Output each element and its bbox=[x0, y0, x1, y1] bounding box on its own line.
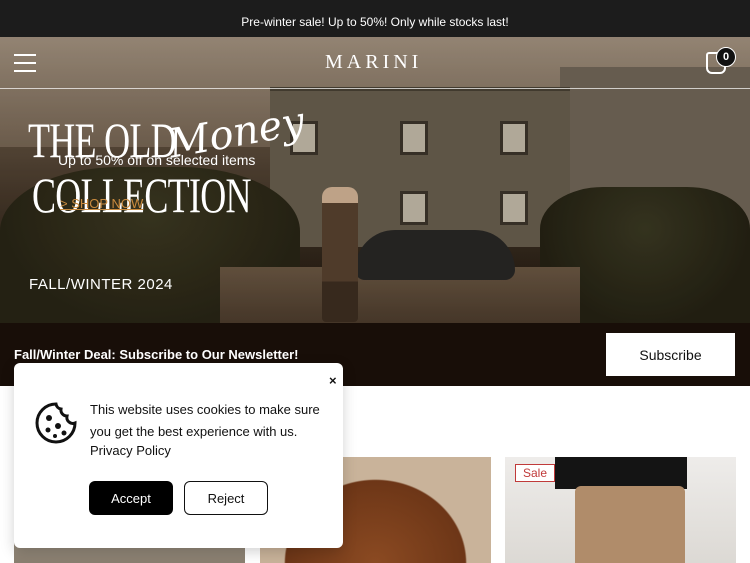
cookie-message: This website uses cookies to make sure y… bbox=[90, 402, 320, 439]
reject-cookies-button[interactable]: Reject bbox=[184, 481, 268, 515]
subscribe-button[interactable]: Subscribe bbox=[606, 333, 735, 376]
announcement-text: Pre-winter sale! Up to 50%! Only while s… bbox=[241, 15, 509, 29]
product-trousers bbox=[575, 486, 685, 563]
cookie-banner: × This website uses cookies to make sure… bbox=[14, 363, 343, 548]
hero-promo-text: Up to 50% off on selected items bbox=[58, 152, 256, 168]
shop-now-link[interactable]: > SHOP NOW bbox=[60, 196, 143, 211]
cart-count-badge: 0 bbox=[716, 47, 736, 67]
sale-badge: Sale bbox=[515, 464, 556, 482]
menu-icon[interactable] bbox=[14, 54, 36, 72]
hero-season: FALL/WINTER 2024 bbox=[29, 276, 173, 293]
hero-title-line2: COLLECTION bbox=[32, 167, 251, 223]
site-logo[interactable]: MARINI bbox=[325, 51, 422, 74]
shop-now-label: SHOP NOW bbox=[71, 196, 144, 211]
close-icon[interactable]: × bbox=[329, 373, 337, 388]
newsletter-text: Fall/Winter Deal: Subscribe to Our Newsl… bbox=[14, 347, 299, 362]
product-shirt bbox=[555, 457, 687, 489]
site-header: MARINI 0 bbox=[0, 37, 750, 89]
privacy-policy-link[interactable]: Privacy Policy bbox=[90, 443, 171, 458]
cookie-icon bbox=[35, 402, 77, 444]
accept-cookies-button[interactable]: Accept bbox=[89, 481, 173, 515]
